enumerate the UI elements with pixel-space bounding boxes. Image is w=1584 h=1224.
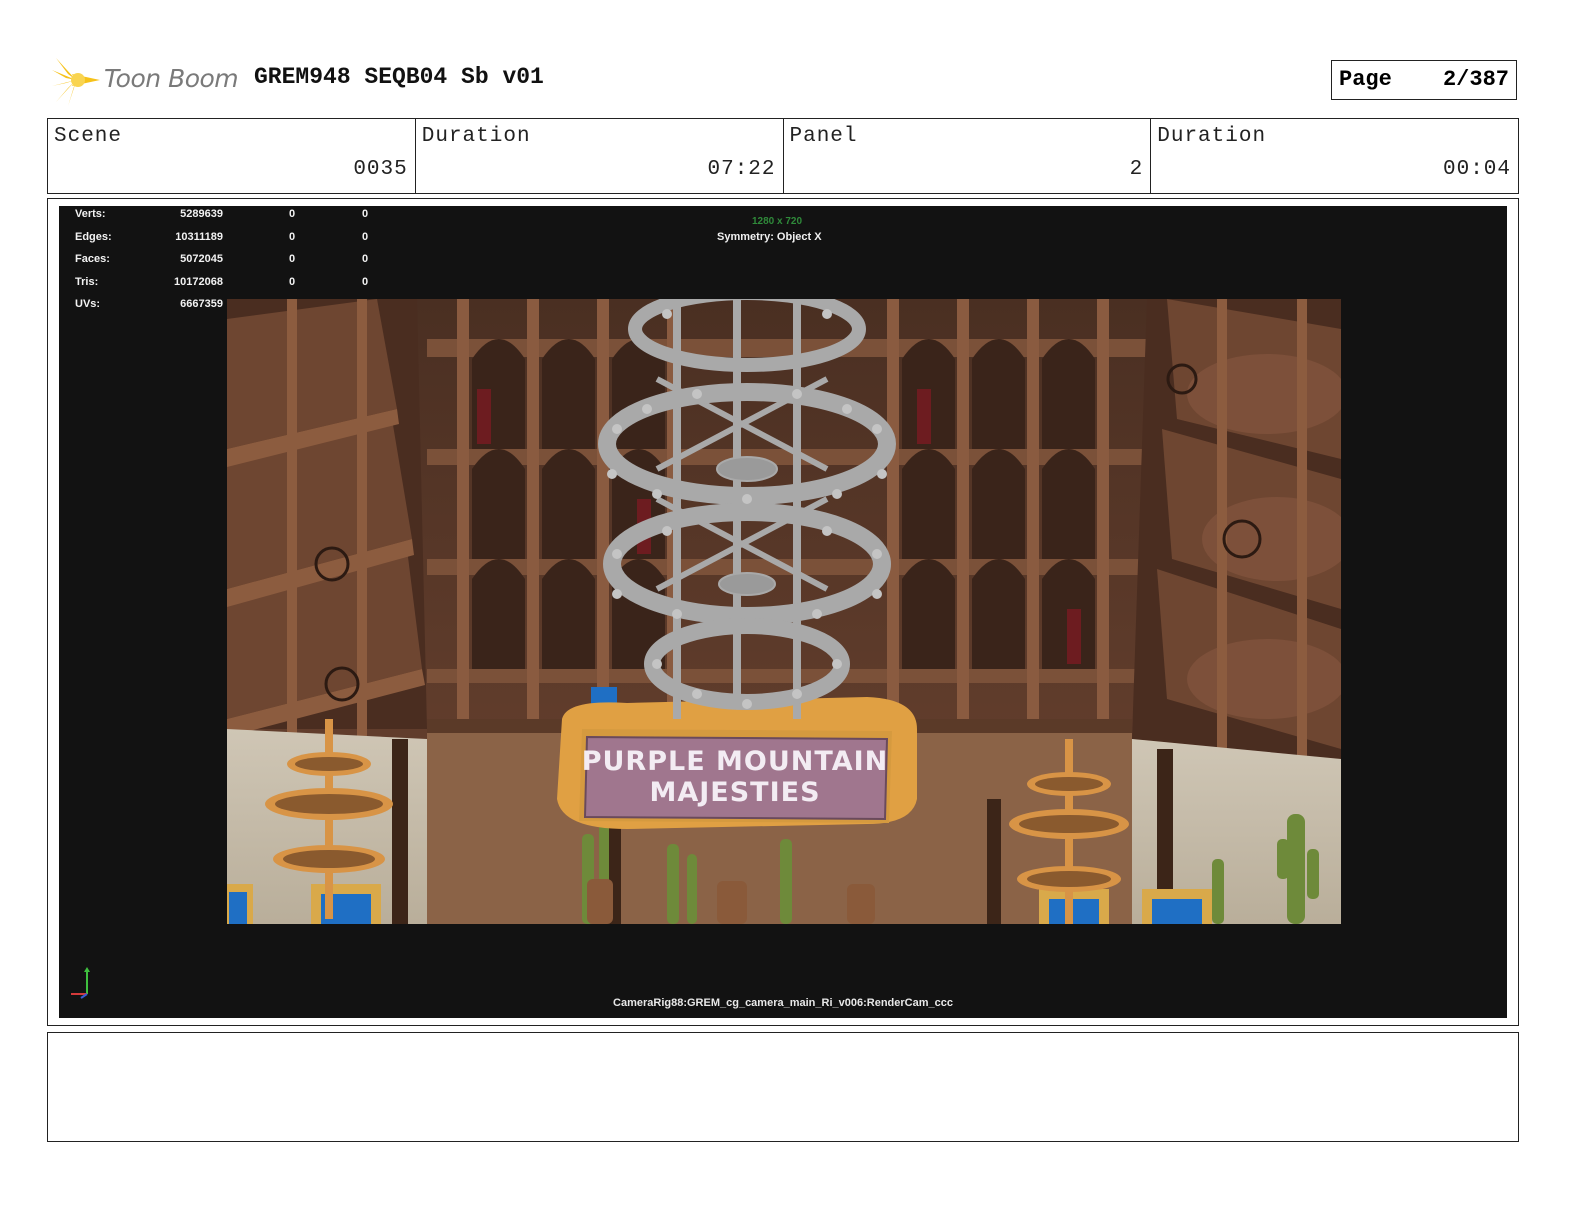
scene-cell: Scene 0035 [48, 119, 416, 193]
stat-label: Faces: [75, 253, 110, 266]
stat-value: 0 [289, 208, 296, 220]
purple-mountain-sign: PURPLE MOUNTAIN MAJESTIES [557, 697, 917, 829]
render-frame: PURPLE MOUNTAIN MAJESTIES [227, 299, 1341, 924]
logo-text: Toon Boom [104, 64, 239, 93]
resolution-readout: 1280 x 720 [752, 216, 803, 227]
stat-label: UVs: [75, 298, 101, 311]
panel-duration-label: Duration [1157, 125, 1267, 148]
axis-gizmo-icon [71, 967, 90, 999]
scene-info-table: Scene 0035 Duration 07:22 Panel 2 Durati… [47, 118, 1519, 194]
panel-image-frame: Verts: 5289639 0 0 Edges: 10311189 0 0 F… [47, 198, 1519, 1026]
scene-label: Scene [54, 125, 123, 148]
stat-label: Edges: [75, 230, 112, 243]
stat-value: 0 [289, 253, 296, 266]
scene-duration-label: Duration [421, 125, 531, 148]
panel-label: Panel [789, 125, 858, 148]
symmetry-readout: Symmetry: Object X [717, 231, 822, 243]
panel-duration-value: 00:04 [1442, 158, 1511, 181]
stat-row-tris: Tris: 10172068 0 0 [75, 276, 375, 299]
stat-value: 5289639 [180, 208, 223, 220]
maya-viewport: Verts: 5289639 0 0 Edges: 10311189 0 0 F… [59, 206, 1507, 1018]
project-title: GREM948 SEQB04 Sb v01 [254, 64, 544, 90]
stat-value: 0 [362, 230, 369, 243]
toon-boom-logo: Toon Boom [52, 56, 242, 106]
page-number: 2/387 [1442, 67, 1509, 92]
stat-label: Verts: [75, 208, 106, 220]
scene-value: 0035 [353, 158, 408, 181]
panel-value: 2 [1129, 158, 1144, 181]
stat-value: 0 [362, 253, 369, 266]
stat-value: 6667359 [180, 298, 223, 311]
stat-value: 0 [362, 275, 369, 288]
stat-row-edges: Edges: 10311189 0 0 [75, 231, 375, 254]
stat-row-verts: Verts: 5289639 0 0 [75, 208, 375, 231]
stat-label: Tris: [75, 275, 99, 288]
panel-cell: Panel 2 [784, 119, 1152, 193]
sign-line-2: MAJESTIES [649, 777, 820, 808]
stat-value: 10172068 [174, 275, 223, 288]
sign-line-1: PURPLE MOUNTAIN [582, 746, 889, 777]
stat-row-faces: Faces: 5072045 0 0 [75, 253, 375, 276]
panel-duration-cell: Duration 00:04 [1151, 119, 1518, 193]
right-balconies [1132, 299, 1341, 759]
camera-name-readout: CameraRig88:GREM_cg_camera_main_Ri_v006:… [613, 997, 953, 1009]
panel-notes-box [47, 1032, 1519, 1142]
stat-value: 10311189 [175, 230, 223, 243]
stat-value: 0 [362, 208, 369, 220]
stat-value: 0 [289, 230, 296, 243]
page-label: Page [1339, 67, 1392, 92]
left-balconies [227, 299, 427, 739]
scene-duration-value: 07:22 [707, 158, 776, 181]
scene-duration-cell: Duration 07:22 [416, 119, 784, 193]
starburst-icon [52, 56, 100, 106]
page-indicator: Page 2/387 [1331, 60, 1517, 100]
stat-value: 5072045 [180, 253, 223, 266]
stat-value: 0 [289, 275, 296, 288]
